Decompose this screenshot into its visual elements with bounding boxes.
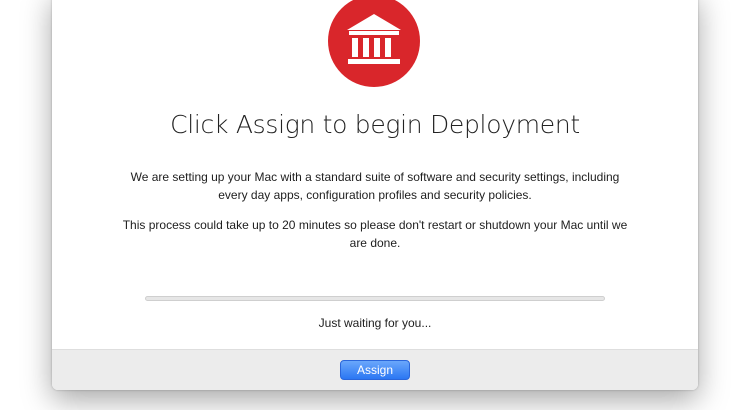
warning-text: This process could take up to 20 minutes… <box>122 218 628 250</box>
institution-building-icon <box>347 14 401 64</box>
footer-bar: Assign <box>52 349 698 390</box>
status-text: Just waiting for you... <box>318 316 432 330</box>
progress-bar <box>145 296 605 301</box>
assign-button[interactable]: Assign <box>340 360 410 380</box>
logo <box>328 0 420 87</box>
deployment-window: Click Assign to begin Deployment We are … <box>52 0 698 390</box>
description-text: We are setting up your Mac with a standa… <box>130 170 620 202</box>
page-title: Click Assign to begin Deployment <box>170 110 580 139</box>
